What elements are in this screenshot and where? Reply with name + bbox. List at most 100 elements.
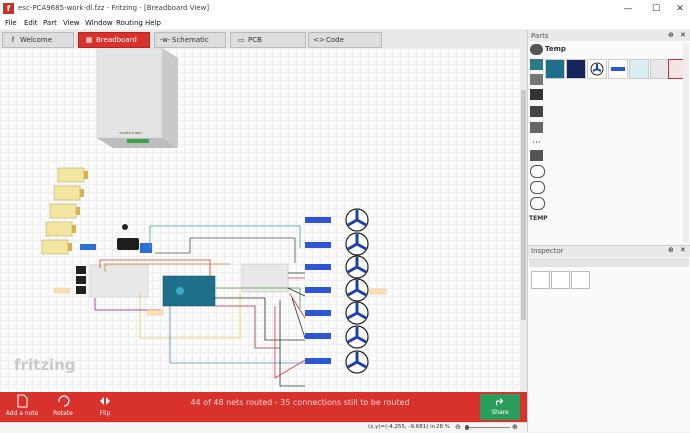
arduino-bin-icon[interactable]	[530, 89, 543, 100]
part-battery[interactable]	[650, 59, 670, 79]
part-sensor-module[interactable]	[629, 59, 649, 79]
rotate-label: Rotate	[53, 410, 73, 417]
zoom-level: 28 %	[436, 424, 450, 430]
power-supply[interactable]: POWER SUPPLY	[96, 48, 178, 148]
esc-motor-row[interactable]	[305, 278, 369, 302]
menu-part[interactable]: Part	[43, 19, 57, 27]
zoom-slider-handle[interactable]	[465, 425, 469, 430]
flip-label: Flip	[99, 410, 111, 417]
minimize-button[interactable]: —	[620, 2, 636, 16]
share-icon	[496, 398, 504, 406]
part-pca9685[interactable]	[566, 59, 586, 79]
menu-edit[interactable]: Edit	[24, 19, 38, 27]
menu-file[interactable]: File	[5, 19, 17, 27]
chip-bin-icon[interactable]	[530, 122, 543, 133]
add-note-button[interactable]: Add a note	[2, 394, 42, 417]
esc-motor-row[interactable]	[305, 325, 369, 349]
switch[interactable]	[76, 276, 86, 284]
temp-bin-label[interactable]: TEMP	[529, 215, 548, 222]
circuit-drawing: POWER SUPPLY	[41, 48, 387, 387]
note-label[interactable]	[146, 309, 164, 316]
component-bin-icon[interactable]	[530, 150, 543, 161]
inspector-title-field	[529, 258, 689, 267]
tab-welcome[interactable]: f Welcome	[2, 32, 74, 48]
menu-routing[interactable]: Routing	[116, 19, 143, 27]
pcb-icon: ▭	[237, 36, 245, 44]
note-label[interactable]	[53, 287, 71, 294]
tab-code[interactable]: <>Code	[308, 32, 382, 48]
bin-name: Temp	[545, 45, 566, 53]
maximize-button[interactable]: ☐	[648, 2, 664, 16]
zoom-in-icon[interactable]: ⊕	[512, 423, 520, 431]
tab-label: Code	[326, 36, 344, 44]
breadboard-left[interactable]	[89, 264, 149, 298]
arduino-mega[interactable]	[162, 275, 216, 307]
float-panel-icon[interactable]: ⊕	[668, 31, 674, 39]
core-parts-icon[interactable]	[530, 59, 543, 70]
part-esc[interactable]	[608, 59, 628, 79]
menu-help[interactable]: Help	[145, 19, 161, 27]
float-panel-icon[interactable]: ⊕	[668, 246, 674, 254]
tab-pcb[interactable]: ▭ PCB	[230, 32, 306, 48]
right-dock	[527, 30, 690, 432]
parts-scrollbar[interactable]	[683, 43, 689, 243]
note-icon	[17, 394, 28, 408]
schematic-icon: -w-	[159, 36, 171, 44]
buzzer[interactable]	[122, 224, 128, 230]
motor-icon	[590, 62, 604, 76]
inspector-breadboard-image	[531, 271, 550, 289]
switch[interactable]	[76, 266, 86, 274]
battery-stack[interactable]	[41, 167, 88, 255]
flip-button[interactable]: Flip	[85, 394, 125, 417]
code-icon: <>	[313, 36, 325, 44]
close-panel-icon[interactable]: ✕	[680, 31, 686, 39]
cursor-coordinates: (x,y)=(-4.255, -9.681) in	[368, 424, 436, 430]
gear-icon[interactable]	[530, 44, 543, 55]
menu-window[interactable]: Window	[85, 19, 113, 27]
rotate-icon	[58, 395, 70, 407]
scrollbar-thumb[interactable]	[521, 90, 526, 320]
esc-motor-row[interactable]	[305, 301, 369, 325]
sensor-bin-icon[interactable]	[530, 181, 545, 194]
mine-parts-icon[interactable]	[530, 74, 543, 85]
part-motor[interactable]	[587, 59, 607, 79]
add-note-label: Add a note	[5, 410, 39, 417]
esc-motor-row[interactable]	[305, 208, 369, 232]
esc-motor-row[interactable]	[305, 232, 369, 256]
tab-breadboard[interactable]: ▦ Breadboard	[78, 32, 150, 48]
window-title: esc-PCA9685-work-dl.fzz - Fritzing - [Br…	[18, 4, 210, 12]
contrib-bin-icon[interactable]	[530, 106, 543, 117]
rotate-button[interactable]: Rotate	[43, 394, 83, 417]
more-icon[interactable]: ···	[530, 138, 543, 149]
parts-title: Parts	[531, 32, 549, 40]
close-panel-icon[interactable]: ✕	[680, 246, 686, 254]
breadboard-icon: ▦	[85, 36, 93, 44]
power-supply-label: POWER SUPPLY	[120, 131, 143, 135]
close-button[interactable]: ✕	[672, 2, 688, 16]
esc-motor-row[interactable]	[305, 255, 369, 279]
tab-schematic[interactable]: -w- Schematic	[154, 32, 226, 48]
tab-label: Welcome	[20, 36, 53, 44]
routing-status[interactable]: 44 of 48 nets routed - 35 connections st…	[150, 398, 450, 407]
breadboard-canvas[interactable]: POWER SUPPLY fritzing	[0, 48, 520, 392]
parts-header	[528, 30, 690, 41]
switch[interactable]	[76, 286, 86, 294]
inspector-schematic-image	[551, 271, 570, 289]
wearable-bin-icon[interactable]	[530, 197, 545, 210]
zoom-slider[interactable]	[466, 427, 510, 428]
note-label[interactable]	[369, 288, 387, 295]
module-blue[interactable]	[80, 244, 96, 250]
share-button[interactable]: Share	[480, 394, 520, 420]
part-arduino-mega[interactable]	[545, 59, 565, 79]
flip-icon	[100, 397, 110, 405]
fritzing-icon: f	[11, 36, 15, 44]
tab-label: PCB	[248, 36, 262, 44]
menu-view[interactable]: View	[63, 19, 80, 27]
wireless-bin-icon[interactable]	[530, 165, 545, 178]
share-label: Share	[491, 409, 509, 416]
zoom-out-icon[interactable]: ⊖	[455, 423, 463, 431]
sensor-module[interactable]	[117, 238, 139, 250]
esc-motor-row[interactable]	[305, 350, 369, 374]
inspector-title: Inspector	[531, 247, 564, 255]
tab-label: Breadboard	[96, 36, 137, 44]
